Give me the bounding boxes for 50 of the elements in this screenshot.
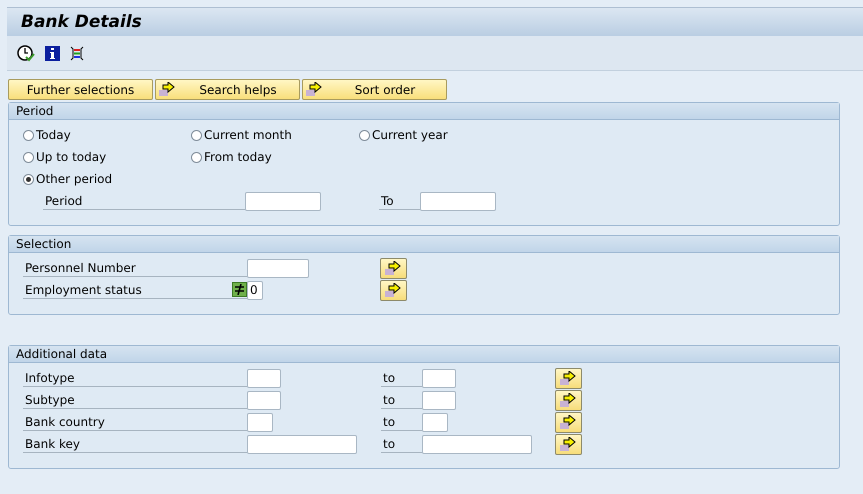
toolbar-button[interactable]: Sort order [302, 79, 447, 100]
input-field[interactable] [247, 258, 309, 278]
multiple-selection-button[interactable] [555, 390, 582, 410]
radio-option[interactable]: Other period [23, 172, 191, 186]
multiple-selection-button[interactable] [380, 280, 407, 300]
field-label: Bank country [23, 413, 247, 431]
multiple-selection-button[interactable] [555, 434, 582, 454]
panel-title: Selection [16, 237, 72, 251]
radio-option[interactable]: Up to today [23, 150, 191, 164]
arrow-icon [560, 436, 577, 452]
arrow-icon [560, 392, 577, 408]
toolbar-button[interactable]: Further selections [8, 79, 153, 100]
info-icon[interactable] [45, 46, 60, 60]
toolbar-button[interactable]: Search helps [155, 79, 300, 100]
input-field[interactable] [422, 412, 448, 432]
radio-option[interactable]: Current year [359, 128, 527, 142]
arrow-icon [385, 260, 402, 276]
field-label: Personnel Number [23, 259, 247, 277]
multiple-selection-button[interactable] [555, 412, 582, 432]
radio-option[interactable]: Current month [191, 128, 359, 142]
arrow-icon [560, 414, 577, 430]
panel-title: Period [16, 104, 54, 118]
arrow-icon [159, 82, 176, 97]
input-field[interactable] [422, 390, 456, 410]
input-field[interactable] [247, 412, 273, 432]
clock-check-icon[interactable] [17, 44, 35, 62]
input-field[interactable] [420, 192, 496, 210]
multiple-selection-button[interactable] [555, 368, 582, 388]
arrow-icon [385, 282, 402, 298]
radio-option[interactable]: From today [191, 150, 359, 164]
panel-title: Additional data [16, 347, 108, 361]
input-field[interactable]: 0 [247, 280, 263, 300]
input-field[interactable] [247, 390, 281, 410]
input-field[interactable] [247, 368, 281, 388]
not-equal-icon[interactable] [232, 282, 247, 297]
arrow-icon [306, 82, 323, 97]
input-field[interactable] [245, 192, 321, 210]
multiple-selection-button[interactable] [380, 258, 407, 278]
radio-option[interactable]: Today [23, 128, 191, 142]
arrow-icon [560, 370, 577, 386]
field-label: Employment status [25, 282, 142, 298]
input-field[interactable] [422, 368, 456, 388]
field-label: Bank key [23, 435, 247, 453]
field-label: Subtype [23, 391, 247, 409]
layout-icon[interactable] [70, 46, 84, 60]
window-title: Bank Details [21, 12, 142, 32]
input-field[interactable] [422, 434, 532, 454]
field-label: Period [43, 192, 245, 210]
field-label: Infotype [23, 369, 247, 387]
input-field[interactable] [247, 434, 357, 454]
